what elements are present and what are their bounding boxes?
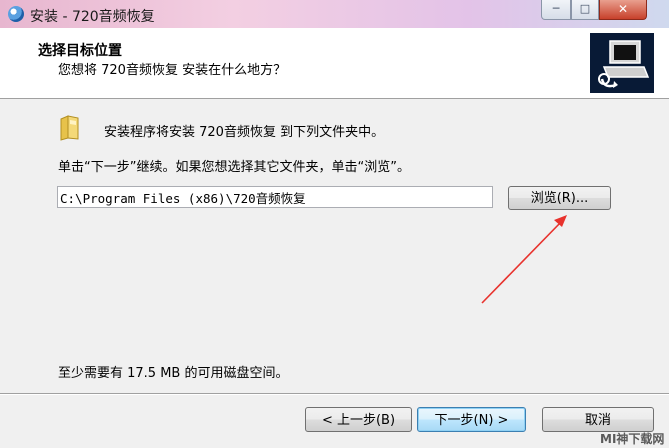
minimize-icon: ─ (552, 2, 560, 15)
watermark-logo: MI神下载网 (600, 432, 665, 446)
close-button[interactable]: ✕ (599, 0, 647, 20)
installer-window: 安装 - 720音频恢复 ─ □ ✕ 选择目标位置 您想将 720音频恢复 安装… (0, 0, 669, 448)
app-disc-icon (8, 6, 24, 22)
installer-computer-icon (590, 33, 654, 93)
window-title: 安装 - 720音频恢复 (30, 9, 155, 25)
footer-divider (0, 393, 669, 395)
annotation-arrow (481, 215, 567, 304)
install-path-input[interactable] (57, 186, 493, 208)
back-button[interactable]: < 上一步(B) (305, 407, 412, 432)
instruction-text: 单击“下一步”继续。如果您想选择其它文件夹，单击“浏览”。 (58, 160, 410, 175)
wizard-header: 选择目标位置 您想将 720音频恢复 安装在什么地方？ (0, 28, 669, 99)
minimize-button[interactable]: ─ (541, 0, 571, 20)
title-bar[interactable]: 安装 - 720音频恢复 ─ □ ✕ (0, 0, 669, 28)
folder-icon (58, 113, 82, 141)
destination-info-text: 安装程序将安装 720音频恢复 到下列文件夹中。 (104, 125, 385, 140)
page-subtitle: 您想将 720音频恢复 安装在什么地方？ (58, 63, 287, 78)
close-icon: ✕ (617, 2, 629, 16)
maximize-button[interactable]: □ (571, 0, 599, 20)
next-button[interactable]: 下一步(N) > (417, 407, 526, 432)
disk-space-text: 至少需要有 17.5 MB 的可用磁盘空间。 (58, 366, 289, 381)
cancel-button[interactable]: 取消 (542, 407, 654, 432)
page-title: 选择目标位置 (38, 43, 122, 59)
maximize-icon: □ (579, 2, 591, 15)
